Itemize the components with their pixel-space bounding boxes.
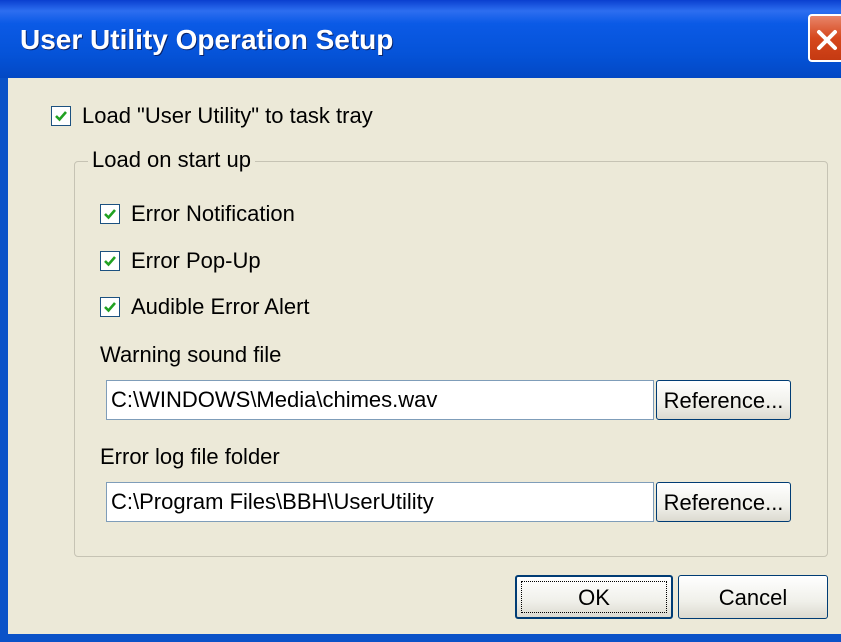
close-icon [817,30,837,50]
reference-button-label: Reference... [663,388,784,413]
ok-button[interactable]: OK [515,575,673,619]
reference-button-label: Reference... [663,490,784,515]
load-to-tray-checkbox[interactable] [51,106,71,126]
error-log-label: Error log file folder [100,444,280,469]
window-title: User Utility Operation Setup [20,24,394,55]
load-to-tray-label[interactable]: Load "User Utility" to task tray [82,103,373,129]
checkmark-icon [104,209,116,220]
focus-rect [521,581,667,613]
error-log-reference-button[interactable]: Reference... [656,482,791,522]
warning-sound-reference-button[interactable]: Reference... [656,380,791,420]
audible-alert-label[interactable]: Audible Error Alert [131,294,310,320]
error-notification-checkbox[interactable] [100,204,120,224]
warning-sound-field[interactable]: C:\WINDOWS\Media\chimes.wav [106,380,654,420]
title-bar[interactable]: User Utility Operation Setup [0,0,841,78]
error-notification-label[interactable]: Error Notification [131,201,295,227]
checkmark-icon [55,111,67,122]
checkmark-icon [104,302,116,313]
dialog-window: User Utility Operation Setup Load "User … [0,0,841,642]
error-popup-checkbox[interactable] [100,251,120,271]
error-log-field[interactable]: C:\Program Files\BBH\UserUtility [106,482,654,522]
warning-sound-label: Warning sound file [100,342,282,367]
audible-alert-checkbox[interactable] [100,297,120,317]
checkmark-icon [104,256,116,267]
error-popup-label[interactable]: Error Pop-Up [131,248,261,274]
cancel-button[interactable]: Cancel [678,575,828,619]
cancel-button-label: Cancel [718,585,788,610]
dialog-body: Load "User Utility" to task tray Load on… [8,78,841,634]
close-button[interactable] [808,14,841,62]
startup-group-title: Load on start up [88,147,256,173]
